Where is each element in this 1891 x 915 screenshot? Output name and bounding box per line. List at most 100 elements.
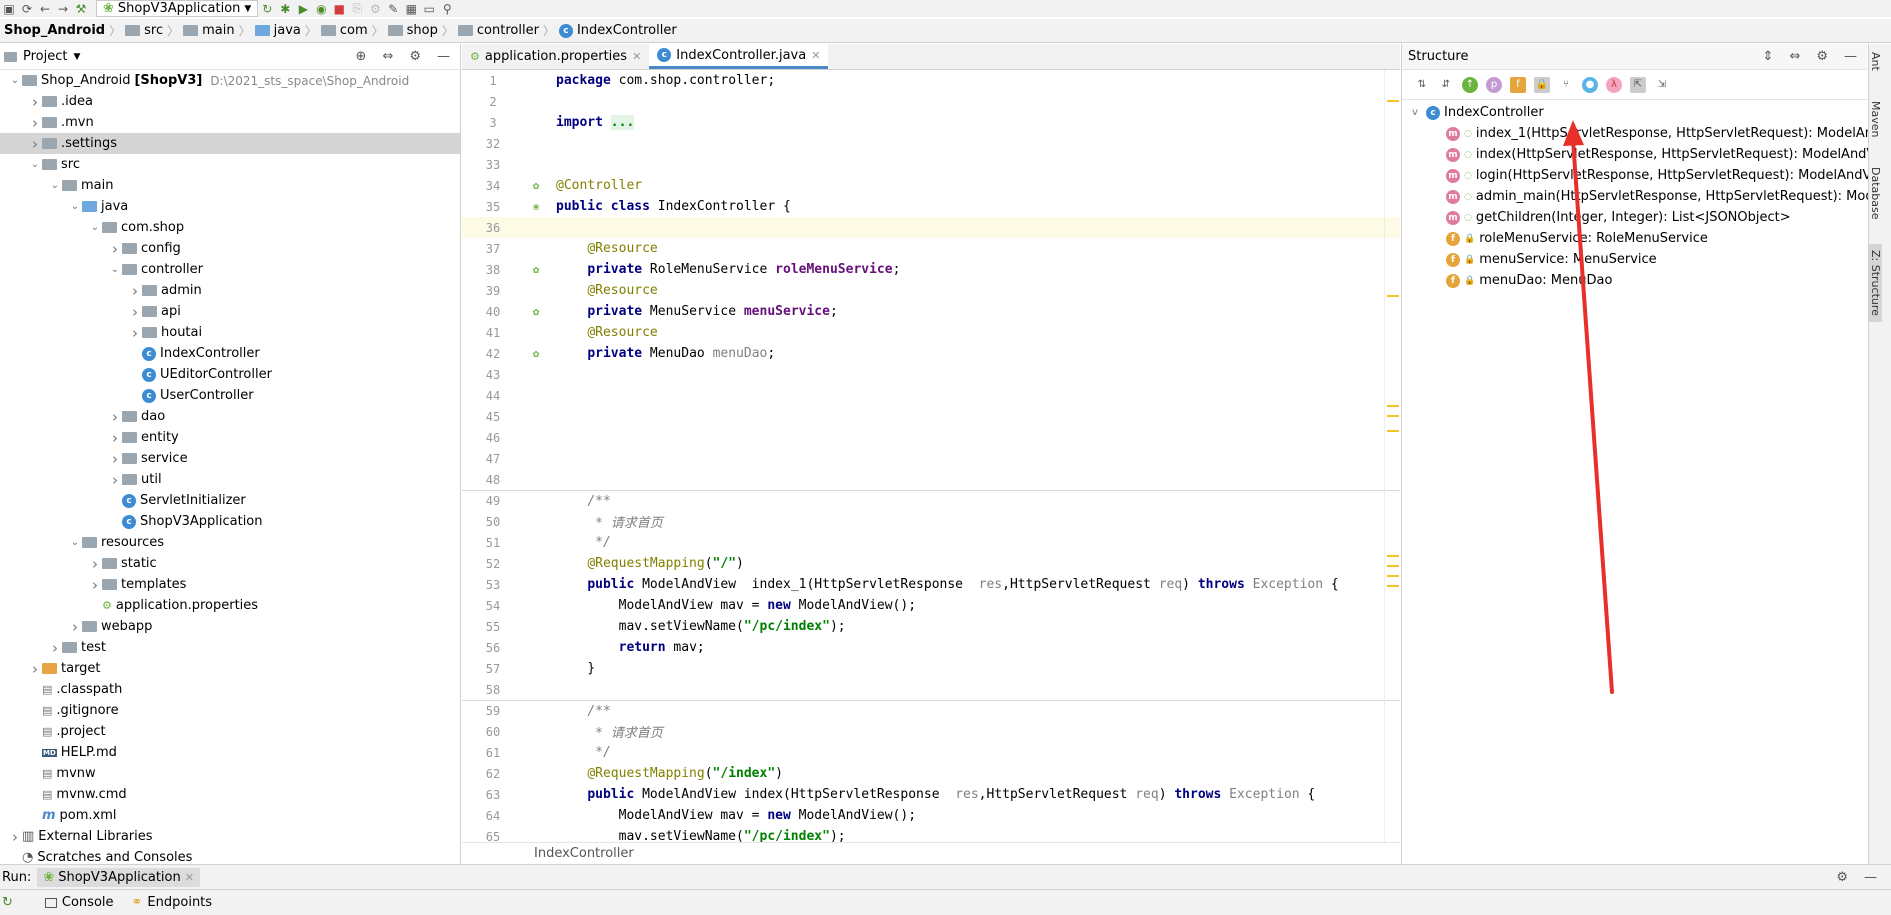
code-line[interactable]: 58	[462, 679, 1400, 700]
project-tree-item[interactable]: MD HELP.md	[0, 742, 460, 763]
project-tree-item[interactable]: ⌄ com.shop	[0, 217, 460, 238]
minimize-icon[interactable]: —	[437, 49, 450, 64]
endpoints-tab[interactable]: ⚭ Endpoints	[132, 895, 213, 910]
code-line[interactable]: 56 return mav;	[462, 637, 1400, 658]
close-icon[interactable]: ✕	[185, 871, 194, 884]
breadcrumb-item[interactable]: shop	[384, 23, 442, 38]
project-tree-item[interactable]: ▤ .classpath	[0, 679, 460, 700]
coverage-icon[interactable]: ▶	[294, 1, 312, 16]
run-tab[interactable]: ❀ ShopV3Application ✕	[37, 867, 200, 887]
code-line[interactable]: 64 ModelAndView mav = new ModelAndView()…	[462, 805, 1400, 826]
project-tree-item[interactable]: ⌄ src	[0, 154, 460, 175]
structure-item[interactable]: m ◌ login(HttpServletResponse, HttpServlet…	[1402, 165, 1891, 186]
project-tree-item[interactable]: › templates	[0, 574, 460, 595]
code-line[interactable]: 55 mav.setViewName("/pc/index");	[462, 616, 1400, 637]
project-tree-item[interactable]: ⚙ application.properties	[0, 595, 460, 616]
code-line[interactable]: 44	[462, 385, 1400, 406]
save-icon[interactable]: ▣	[0, 1, 18, 16]
project-tree-item[interactable]: c UserController	[0, 385, 460, 406]
breadcrumb-item[interactable]: controller	[454, 23, 543, 38]
structure-item[interactable]: m ◌ admin_main(HttpServletResponse, HttpSe…	[1402, 186, 1891, 207]
chevron-down-icon[interactable]: ⌄	[68, 537, 82, 548]
chevron-right-icon[interactable]: ›	[28, 660, 42, 678]
chevron-right-icon[interactable]: ›	[108, 408, 122, 426]
chevron-down-icon[interactable]: ⌄	[88, 222, 102, 233]
project-tree-item[interactable]: › service	[0, 448, 460, 469]
chevron-right-icon[interactable]: ›	[8, 828, 22, 846]
project-tree-item[interactable]: › webapp	[0, 616, 460, 637]
structure-item[interactable]: f 🔒 menuDao: MenuDao	[1402, 270, 1867, 291]
minimize-icon[interactable]: —	[1844, 49, 1857, 64]
chevron-right-icon[interactable]: ›	[108, 471, 122, 489]
editor-tab[interactable]: c IndexController.java ✕	[649, 44, 829, 69]
code-line[interactable]: 2	[462, 91, 1400, 112]
code-line[interactable]: 48	[462, 469, 1400, 490]
breadcrumb-item[interactable]: main	[179, 23, 238, 38]
project-tree-item[interactable]: c ServletInitializer	[0, 490, 460, 511]
project-tree-item[interactable]: › houtai	[0, 322, 460, 343]
project-tree-item[interactable]: › util	[0, 469, 460, 490]
structure-item[interactable]: f 🔒 menuService: MenuService	[1402, 249, 1867, 270]
code-line[interactable]: 1 package com.shop.controller;	[462, 70, 1400, 91]
code-line[interactable]: 57 }	[462, 658, 1400, 679]
structure-item[interactable]: f 🔒 roleMenuService: RoleMenuService	[1402, 228, 1867, 249]
chevron-right-icon[interactable]: ›	[88, 555, 102, 573]
project-tree-item[interactable]: ⌄ Shop_Android [ShopV3] D:\2021_sts_space\S…	[0, 70, 460, 91]
show-lambdas-icon[interactable]: ●	[1582, 76, 1598, 93]
code-line[interactable]: 41 @Resource	[462, 322, 1400, 343]
code-line[interactable]: 35 ❀ public class IndexController {	[462, 196, 1400, 217]
right-bar-tab[interactable]: Z: Structure	[1869, 243, 1882, 322]
code-line[interactable]: 37 @Resource	[462, 238, 1400, 259]
editor-tab[interactable]: ⚙ application.properties ✕	[462, 44, 649, 69]
code-line[interactable]: 43	[462, 364, 1400, 385]
chevron-right-icon[interactable]: ›	[28, 135, 42, 153]
code-line[interactable]: 61 */	[462, 742, 1400, 763]
breadcrumb-item[interactable]: Shop_Android	[0, 23, 109, 38]
project-tree-item[interactable]: ▤ mvnw.cmd	[0, 784, 460, 805]
right-bar-tab[interactable]: Ant	[1869, 46, 1882, 77]
profile-icon[interactable]: ◉	[312, 1, 330, 16]
code-line[interactable]: 34 ✿ @Controller	[462, 175, 1400, 196]
project-tree-item[interactable]: › .idea	[0, 91, 460, 112]
collapse-all-icon[interactable]: ⇔	[1789, 49, 1800, 64]
back-icon[interactable]: ←	[36, 1, 54, 16]
project-tree-item[interactable]: › dao	[0, 406, 460, 427]
console-tab[interactable]: Console	[44, 895, 114, 910]
right-bar-tab[interactable]: Database	[1869, 161, 1882, 226]
breadcrumb-item[interactable]: com	[317, 23, 372, 38]
build-icon[interactable]: ⚒	[72, 1, 90, 16]
show-fields-icon[interactable]: f	[1510, 76, 1526, 93]
code-line[interactable]: 38 ✿ private RoleMenuService roleMenuServ…	[462, 259, 1400, 280]
attach-icon[interactable]: ⎘	[348, 1, 366, 16]
rerun-icon[interactable]: ↻	[2, 895, 13, 910]
project-tree-item[interactable]: ⌄ java	[0, 196, 460, 217]
code-line[interactable]: 39 @Resource	[462, 280, 1400, 301]
project-tree-item[interactable]: › entity	[0, 427, 460, 448]
structure-item[interactable]: m ◌ index_1(HttpServletResponse, HttpServl…	[1402, 123, 1891, 144]
code-line[interactable]: 50 * 请求首页	[462, 511, 1400, 532]
project-tree-item[interactable]: › static	[0, 553, 460, 574]
gear-icon[interactable]: ⚙	[409, 49, 421, 64]
chevron-down-icon[interactable]: ⌄	[8, 75, 22, 86]
project-panel-title[interactable]: Project	[23, 49, 67, 64]
structure-item[interactable]: m ◌ getChildren(Integer, Integer): List<JS…	[1402, 207, 1867, 228]
code-line[interactable]: 62 @RequestMapping("/index")	[462, 763, 1400, 784]
debug-icon[interactable]: ✱	[276, 1, 294, 16]
minimize-icon[interactable]: —	[1864, 870, 1877, 885]
chevron-right-icon[interactable]: ›	[128, 303, 142, 321]
structure-item[interactable]: m ◌ index(HttpServletResponse, HttpServlet…	[1402, 144, 1891, 165]
code-line[interactable]: 52 @RequestMapping("/")	[462, 553, 1400, 574]
code-line[interactable]: 33	[462, 154, 1400, 175]
show-properties-icon[interactable]: p	[1486, 76, 1502, 93]
sync-icon[interactable]: ⟳	[18, 1, 36, 16]
spring-bean-icon[interactable]: ❀	[524, 200, 548, 213]
close-icon[interactable]: ✕	[811, 49, 820, 62]
code-line[interactable]: 47	[462, 448, 1400, 469]
code-area[interactable]: 1 package com.shop.controller; 2 3 import ..…	[462, 70, 1400, 842]
code-line[interactable]: 3 import ...	[462, 112, 1400, 133]
collapse-all-icon[interactable]: ⇔	[382, 49, 393, 64]
chevron-down-icon[interactable]: ⌄	[48, 180, 62, 191]
chevron-down-icon[interactable]: v	[1408, 107, 1422, 118]
chevron-right-icon[interactable]: ›	[108, 429, 122, 447]
autoscroll-from-source-icon[interactable]: ⇲	[1654, 77, 1670, 93]
